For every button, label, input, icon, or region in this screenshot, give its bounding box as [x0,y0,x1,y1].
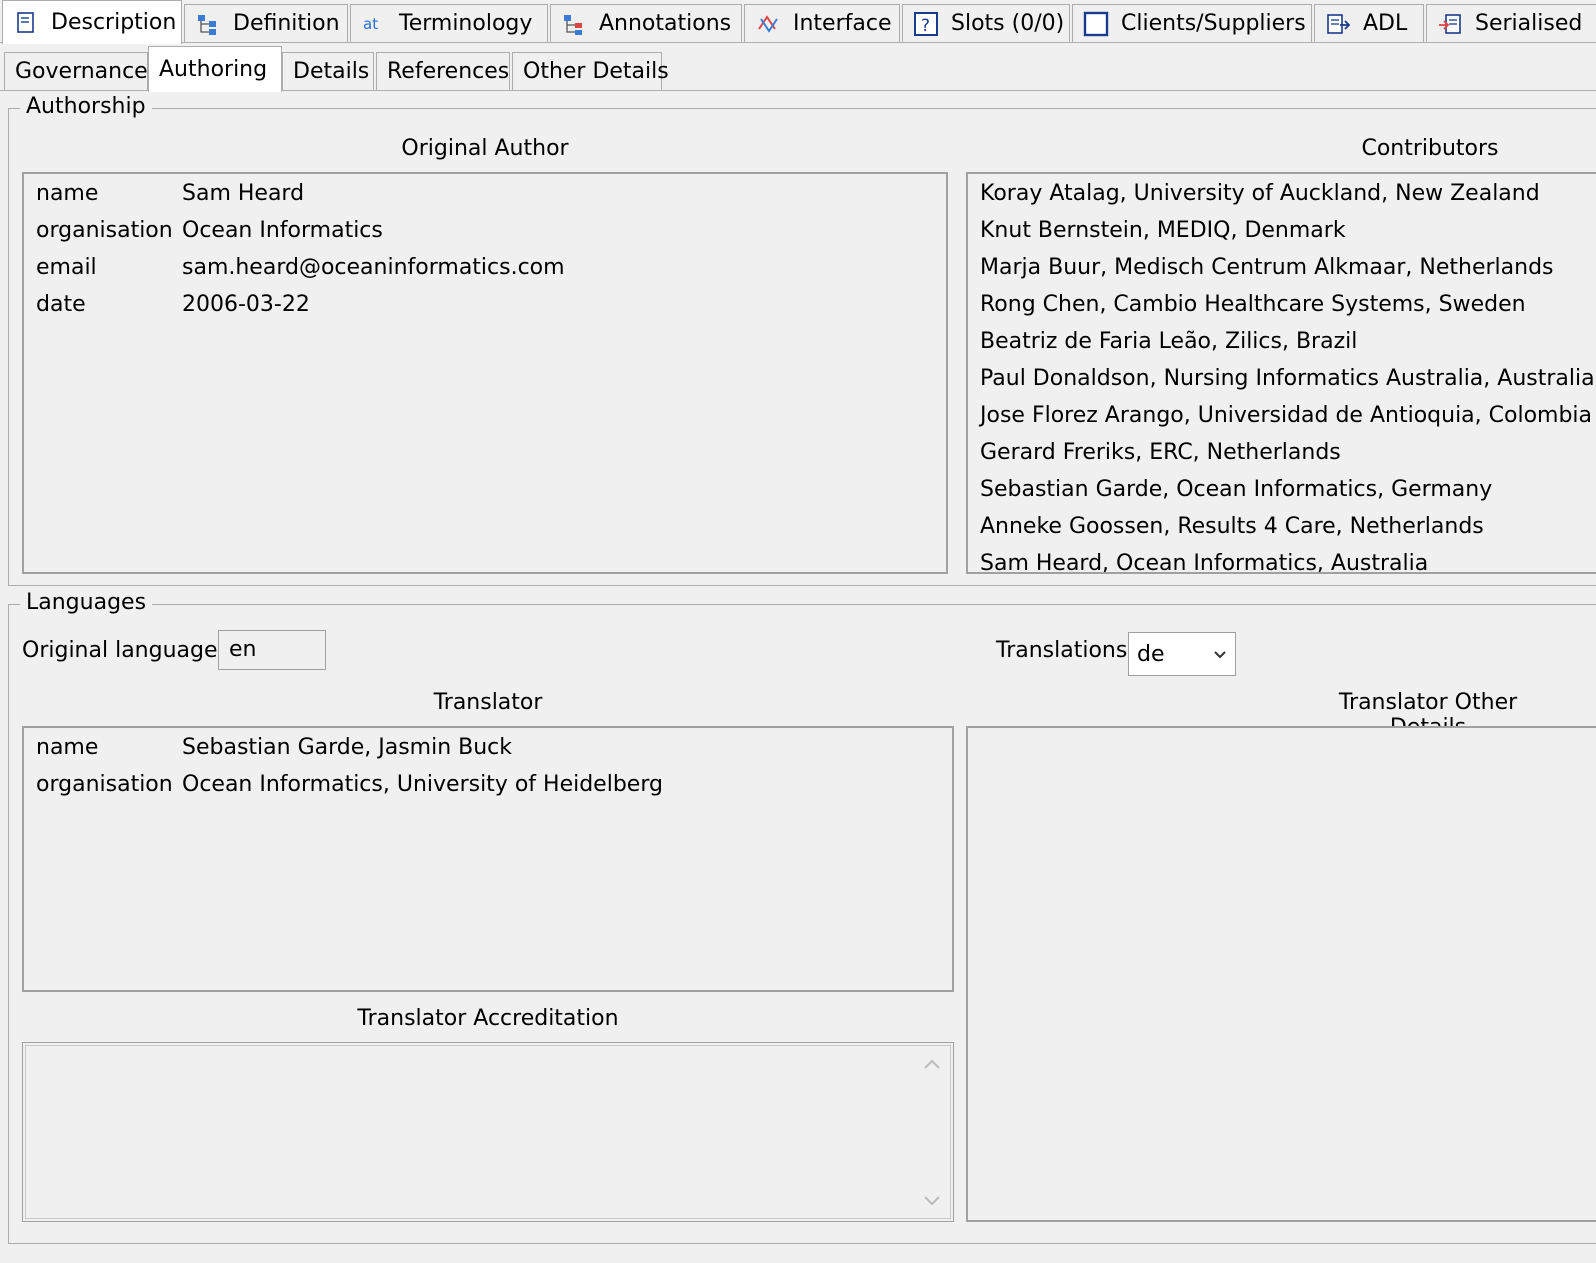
translator-label: Translator [433,690,543,715]
tab-authoring[interactable]: Authoring [148,46,282,92]
contributors-label: Contributors [1361,136,1499,161]
translator-accreditation-textarea[interactable] [22,1042,954,1222]
list-item[interactable]: Sebastian Garde, Ocean Informatics, Germ… [980,471,1492,508]
serialised-icon [1439,13,1461,34]
translator-other-details-list[interactable] [966,726,1596,1222]
tab-label: Other Details [523,59,669,84]
row-key: organisation [36,772,173,797]
original-language-value: en [229,637,257,662]
tab-label: Serialised [1475,11,1583,36]
svg-text:at: at [363,15,378,33]
row-key: date [36,292,86,317]
row-key: name [36,181,99,206]
tab-clients-suppliers[interactable]: Clients/Suppliers [1072,4,1312,42]
tab-references[interactable]: References [376,52,510,90]
translations-select[interactable]: de [1128,632,1236,676]
row-key: name [36,735,99,760]
list-item[interactable]: Sam Heard, Ocean Informatics, Australia [980,545,1428,572]
tab-description[interactable]: Description [2,0,182,44]
scroll-down-icon[interactable] [921,1193,943,1209]
row-value: Sebastian Garde, Jasmin Buck [182,735,513,760]
tab-label: Authoring [159,57,268,82]
list-item[interactable]: Gerard Freriks, ERC, Netherlands [980,434,1341,471]
list-item[interactable]: Paul Donaldson, Nursing Informatics Aust… [980,360,1595,397]
list-item[interactable]: Marja Buur, Medisch Centrum Alkmaar, Net… [980,249,1554,286]
tab-interface[interactable]: Interface [744,4,900,42]
list-item[interactable]: Koray Atalag, University of Auckland, Ne… [980,175,1540,212]
original-language-field[interactable]: en [218,630,326,670]
row-value: Sam Heard [182,181,305,206]
row-key: email [36,255,97,280]
tab-label: Interface [793,11,892,36]
tab-governance[interactable]: Governance [4,52,148,90]
slots-icon: ? [914,11,938,36]
tab-label: Details [293,59,370,84]
tab-slots[interactable]: ? Slots (0/0) [902,4,1070,42]
translator-accreditation-label: Translator Accreditation [357,1006,619,1031]
tab-label: Definition [233,11,340,36]
svg-text:?: ? [921,16,930,36]
tab-terminology[interactable]: at Terminology [350,4,548,42]
list-item[interactable]: Anneke Goossen, Results 4 Care, Netherla… [980,508,1484,545]
translations-value: de [1137,642,1165,667]
row-value: Ocean Informatics, University of Heidelb… [182,772,663,797]
list-item[interactable]: Rong Chen, Cambio Healthcare Systems, Sw… [980,286,1526,323]
authorship-title: Authorship [20,94,152,119]
original-author-label: Original Author [401,136,569,161]
tab-label: Annotations [599,11,732,36]
tab-serialised[interactable]: Serialised [1426,4,1596,42]
annotations-icon [564,14,582,35]
list-item[interactable]: Jose Florez Arango, Universidad de Antio… [980,397,1592,434]
row-value: Ocean Informatics [182,218,383,243]
original-author-list[interactable]: name Sam Heard organisation Ocean Inform… [22,172,948,574]
scroll-up-icon[interactable] [921,1057,943,1073]
tab-other-details[interactable]: Other Details [512,52,669,90]
row-key: organisation [36,218,173,243]
tab-adl[interactable]: ADL [1314,4,1424,42]
terminology-icon: at [363,15,378,33]
translator-list[interactable]: name Sebastian Garde, Jasmin Buck organi… [22,726,954,992]
tab-label: ADL [1363,11,1408,36]
tab-label: Slots (0/0) [951,11,1065,36]
tab-label: Description [51,10,177,35]
row-value: sam.heard@oceaninformatics.com [182,255,565,280]
row-value: 2006-03-22 [182,292,310,317]
tab-label: References [387,59,510,84]
tab-annotations[interactable]: Annotations [550,4,742,42]
list-item[interactable]: Knut Bernstein, MEDIQ, Denmark [980,212,1346,249]
tab-definition[interactable]: Definition [184,4,348,42]
adl-icon [1327,13,1351,34]
tab-label: Governance [15,59,148,84]
list-item[interactable]: Beatriz de Faria Leão, Zilics, Brazil [980,323,1357,360]
tab-details[interactable]: Details [282,52,374,90]
tab-label: Clients/Suppliers [1121,11,1306,36]
chevron-down-icon [1214,651,1226,659]
contributors-list[interactable]: Koray Atalag, University of Auckland, Ne… [966,172,1596,574]
interface-icon [758,14,778,33]
tab-label: Terminology [399,11,533,36]
clients-suppliers-icon [1083,11,1109,36]
languages-title: Languages [20,590,153,615]
definition-icon [198,14,216,35]
original-language-label: Original language: [22,638,225,663]
main-tab-bar: Description Definition at Terminology An… [0,0,1596,44]
description-icon [17,11,34,33]
translations-label: Translations [996,638,1128,663]
